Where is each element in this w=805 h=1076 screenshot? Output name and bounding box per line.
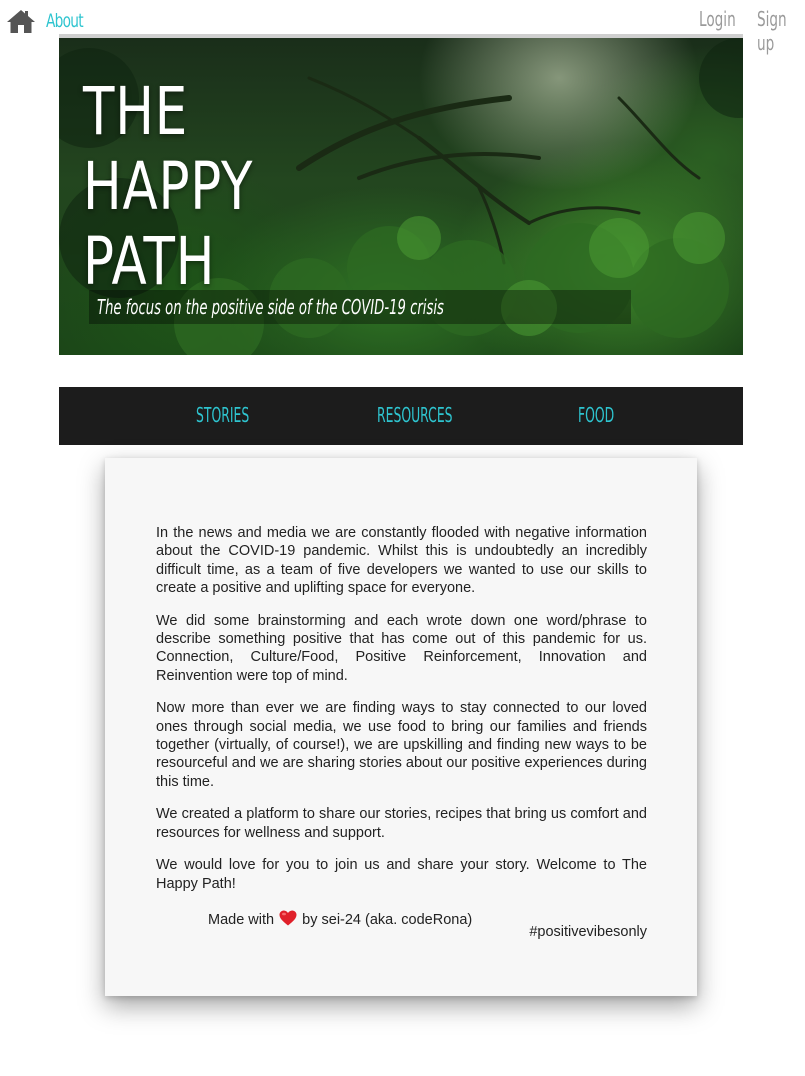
nav-stories[interactable]: STORIES: [196, 403, 249, 427]
credit-prefix: Made with: [208, 912, 275, 928]
credit-suffix: by sei-24 (aka. codeRona): [302, 912, 473, 928]
title-line-2: HAPPY: [83, 148, 254, 225]
hashtag: #positivevibesonly: [529, 924, 647, 940]
tagline: The focus on the positive side of the CO…: [97, 295, 444, 319]
tagline-box: The focus on the positive side of the CO…: [89, 290, 631, 324]
home-icon[interactable]: [6, 8, 36, 34]
signup-link[interactable]: Sign up: [757, 7, 790, 55]
about-paragraph: Now more than ever we are finding ways t…: [156, 700, 647, 790]
nav-resources[interactable]: RESOURCES: [377, 403, 453, 427]
category-nav: STORIES RESOURCES FOOD: [59, 387, 743, 445]
title-line-3: PATH: [83, 223, 216, 300]
nav-food[interactable]: FOOD: [578, 403, 614, 427]
hero-banner: THE HAPPY PATH The focus on the positive…: [59, 38, 743, 355]
about-text: In the news and media we are constantly …: [156, 524, 647, 907]
about-paragraph: We did some brainstorming and each wrote…: [156, 612, 647, 684]
title-line-1: THE: [83, 73, 189, 150]
about-card: In the news and media we are constantly …: [105, 458, 697, 996]
about-link[interactable]: About: [46, 10, 84, 32]
about-paragraph: We would love for you to join us and sha…: [156, 857, 647, 892]
login-link[interactable]: Login: [699, 7, 736, 31]
heart-icon: [279, 910, 297, 926]
about-paragraph: In the news and media we are constantly …: [156, 525, 647, 597]
credit-line: Made with by sei-24 (aka. codeRona): [208, 910, 472, 928]
site-title: THE HAPPY PATH: [83, 74, 253, 299]
about-paragraph: We created a platform to share our stori…: [156, 806, 647, 841]
